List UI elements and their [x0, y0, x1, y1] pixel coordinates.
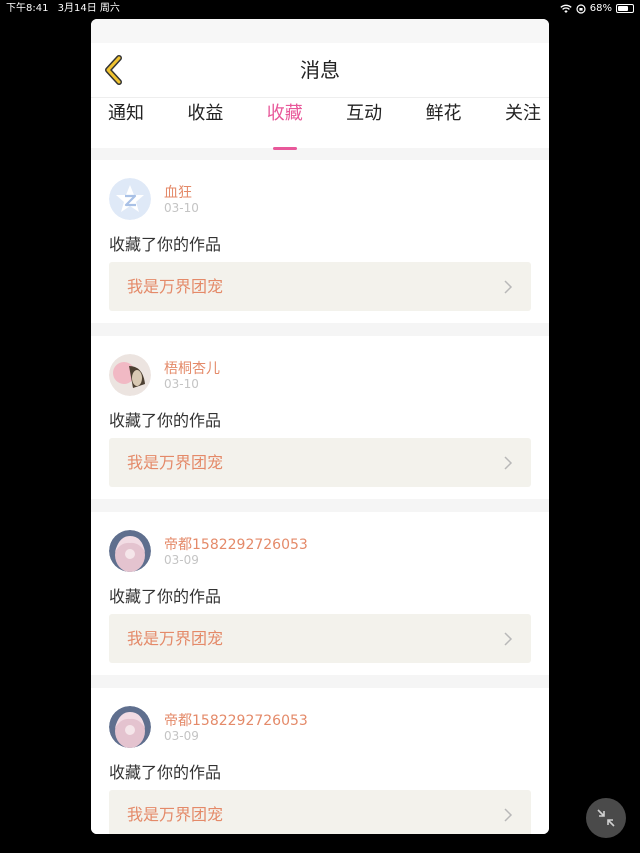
avatar[interactable]	[109, 706, 151, 748]
page-title: 消息	[300, 58, 340, 82]
tab-earnings[interactable]: 收益	[187, 98, 223, 148]
user-photo-icon	[109, 706, 151, 748]
user-photo-icon	[109, 354, 151, 396]
battery-percent: 68%	[589, 3, 612, 14]
status-left: 下午8:41 3月14日 周六	[6, 0, 126, 18]
message-date: 03-09	[164, 553, 199, 567]
username[interactable]: 帝都1582292726053	[164, 534, 308, 554]
message-list: 血狂 03-10 收藏了你的作品 我是万界团宠 梧桐杏儿 03-10 收藏了你的…	[91, 148, 549, 834]
status-time: 下午8:41	[6, 3, 49, 14]
work-link[interactable]: 我是万界团宠	[109, 614, 531, 663]
message-card: 血狂 03-10 收藏了你的作品 我是万界团宠	[91, 160, 549, 323]
tab-flowers[interactable]: 鲜花	[426, 98, 462, 148]
work-title: 我是万界团宠	[127, 453, 224, 472]
chevron-right-icon	[504, 280, 513, 294]
status-date: 3月14日 周六	[57, 3, 120, 14]
work-title: 我是万界团宠	[127, 805, 224, 824]
status-bar: 下午8:41 3月14日 周六 68%	[0, 0, 640, 18]
user-photo-icon	[109, 530, 151, 572]
sheet-top-strip	[91, 19, 549, 43]
username[interactable]: 梧桐杏儿	[164, 358, 220, 378]
orientation-lock-icon	[576, 4, 586, 14]
nav-bar: 消息	[91, 43, 549, 98]
message-date: 03-10	[164, 377, 199, 391]
tab-notifications[interactable]: 通知	[108, 98, 144, 148]
action-text: 收藏了你的作品	[109, 763, 222, 782]
chevron-right-icon	[504, 456, 513, 470]
work-title: 我是万界团宠	[127, 277, 224, 296]
message-date: 03-10	[164, 201, 199, 215]
default-q-avatar-icon	[109, 178, 151, 220]
action-text: 收藏了你的作品	[109, 587, 222, 606]
username[interactable]: 血狂	[164, 182, 192, 202]
action-text: 收藏了你的作品	[109, 235, 222, 254]
wifi-icon	[560, 4, 572, 13]
work-title: 我是万界团宠	[127, 629, 224, 648]
tab-follows[interactable]: 关注	[505, 98, 541, 148]
message-card: 帝都1582292726053 03-09 收藏了你的作品 我是万界团宠	[91, 688, 549, 834]
tab-interactions[interactable]: 互动	[346, 98, 382, 148]
exit-fullscreen-button[interactable]	[586, 798, 626, 838]
avatar[interactable]	[109, 354, 151, 396]
tab-favorites[interactable]: 收藏	[267, 98, 303, 150]
battery-fill	[618, 6, 628, 11]
message-sheet: 消息 通知 收益 收藏 互动 鲜花 关注 血狂 03-10 收藏了你的作品 我是…	[91, 19, 549, 834]
message-card: 帝都1582292726053 03-09 收藏了你的作品 我是万界团宠	[91, 512, 549, 675]
tab-bar: 通知 收益 收藏 互动 鲜花 关注	[91, 98, 549, 150]
status-right: 68%	[560, 0, 612, 18]
battery-icon	[616, 4, 634, 13]
message-card: 梧桐杏儿 03-10 收藏了你的作品 我是万界团宠	[91, 336, 549, 499]
username[interactable]: 帝都1582292726053	[164, 710, 308, 730]
message-date: 03-09	[164, 729, 199, 743]
action-text: 收藏了你的作品	[109, 411, 222, 430]
chevron-right-icon	[504, 808, 513, 822]
collapse-arrows-icon	[597, 809, 615, 827]
chevron-right-icon	[504, 632, 513, 646]
avatar[interactable]	[109, 530, 151, 572]
work-link[interactable]: 我是万界团宠	[109, 438, 531, 487]
work-link[interactable]: 我是万界团宠	[109, 790, 531, 834]
work-link[interactable]: 我是万界团宠	[109, 262, 531, 311]
avatar[interactable]	[109, 178, 151, 220]
